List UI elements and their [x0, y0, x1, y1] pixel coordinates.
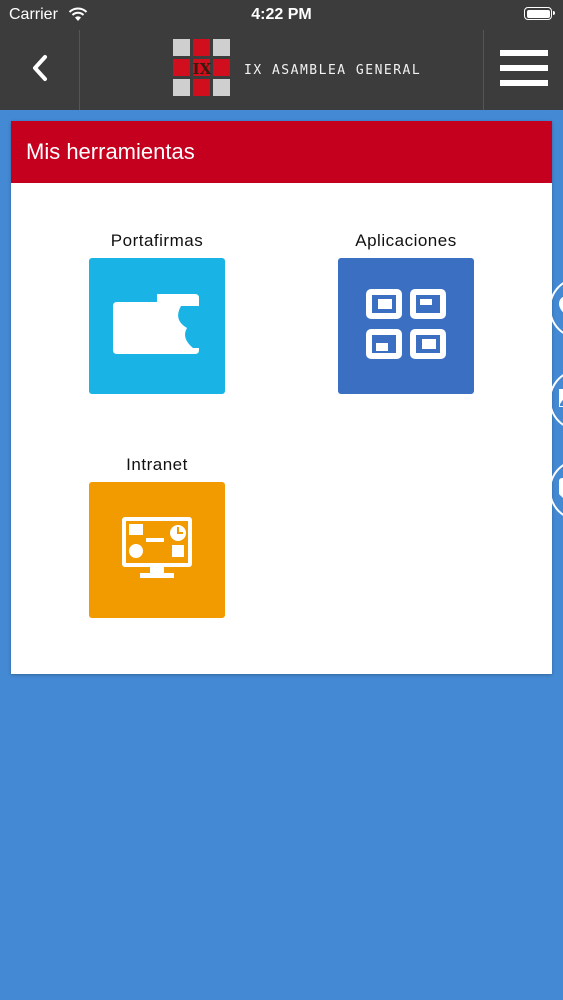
nav-bar: IX IX ASAMBLEA GENERAL — [0, 30, 563, 110]
svg-text:IX: IX — [193, 60, 212, 78]
monitor-icon — [120, 515, 194, 586]
apps-grid-icon — [364, 287, 448, 366]
tool-intranet[interactable]: Intranet — [89, 455, 225, 618]
app-title: IX ASAMBLEA GENERAL — [244, 62, 422, 78]
location-icon — [557, 294, 563, 323]
status-bar: Carrier 4:22 PM — [0, 0, 563, 30]
app-logo: IX — [172, 38, 232, 103]
back-button[interactable] — [0, 30, 80, 110]
chat-icon — [557, 476, 563, 505]
tool-tile-intranet[interactable] — [89, 482, 225, 618]
status-time: 4:22 PM — [251, 6, 312, 23]
tool-label: Intranet — [126, 455, 188, 474]
hamburger-icon — [499, 49, 548, 92]
tool-label: Portafirmas — [110, 231, 204, 250]
folder-icon — [111, 292, 203, 361]
tools-panel: Mis herramientas Portafirmas Aplicacione… — [11, 121, 552, 674]
tool-tile-aplicaciones[interactable] — [338, 258, 474, 394]
tool-label: Aplicaciones — [355, 231, 457, 250]
battery-icon — [524, 7, 555, 20]
menu-button[interactable] — [483, 30, 563, 110]
chevron-left-icon — [30, 53, 50, 88]
tool-aplicaciones[interactable]: Aplicaciones — [338, 231, 474, 394]
tool-portafirmas[interactable]: Portafirmas — [89, 231, 225, 394]
brand: IX IX ASAMBLEA GENERAL — [172, 38, 422, 103]
panel-title: Mis herramientas — [11, 121, 552, 183]
tool-tile-portafirmas[interactable] — [89, 258, 225, 394]
image-icon — [557, 386, 563, 415]
